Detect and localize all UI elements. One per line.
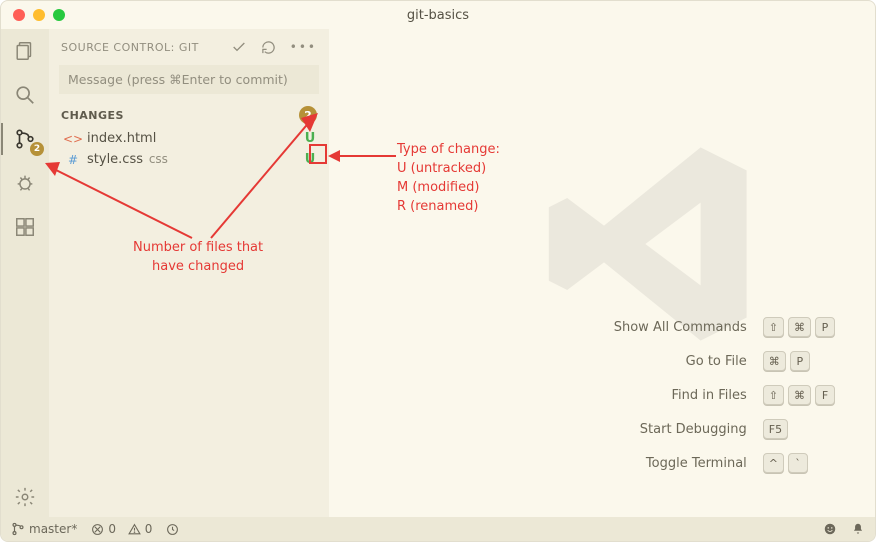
file-type-icon: # [65, 153, 81, 167]
window-body: 2 SOURCE CONTROL: GIT ••• Me [1, 29, 875, 517]
more-actions-icon[interactable]: ••• [290, 39, 317, 55]
keycap: ^ [763, 453, 784, 473]
refresh-icon[interactable] [261, 39, 276, 55]
shortcut-label: Start Debugging [614, 422, 747, 437]
file-ext: css [145, 152, 168, 166]
file-row[interactable]: # style.css css U [49, 149, 329, 170]
keycap: P [815, 317, 835, 337]
keycap: ⌘ [788, 317, 811, 337]
shortcut-label: Go to File [614, 354, 747, 369]
activity-bar: 2 [1, 29, 49, 517]
changes-count-badge: 2 [299, 106, 317, 124]
status-branch[interactable]: master* [11, 522, 77, 536]
title-bar: git-basics [1, 1, 875, 29]
shortcut-keys: ⇧⌘F [763, 385, 835, 405]
source-control-panel: SOURCE CONTROL: GIT ••• Message (press ⌘… [49, 29, 329, 517]
keycap: F5 [763, 419, 788, 439]
shortcut-keys: ^` [763, 453, 835, 473]
status-problems[interactable]: 0 0 [91, 522, 152, 536]
commit-check-icon[interactable] [231, 39, 247, 55]
file-status-letter: U [303, 152, 317, 167]
keycap: ⌘ [763, 351, 786, 371]
shortcut-label: Show All Commands [614, 320, 747, 335]
keycap: P [790, 351, 810, 371]
scm-badge: 2 [30, 142, 44, 156]
keycap: F [815, 385, 835, 405]
shortcut-keys: F5 [763, 419, 835, 439]
scm-header: SOURCE CONTROL: GIT ••• [49, 29, 329, 61]
debug-icon[interactable] [11, 169, 39, 197]
file-type-icon: <> [65, 132, 81, 146]
vscode-window: git-basics 2 [0, 0, 876, 542]
keycap: ⌘ [788, 385, 811, 405]
extensions-icon[interactable] [11, 213, 39, 241]
shortcut-label: Find in Files [614, 388, 747, 403]
welcome-shortcuts: Show All Commands⇧⌘PGo to File⌘PFind in … [614, 317, 835, 473]
editor-area: Show All Commands⇧⌘PGo to File⌘PFind in … [329, 29, 875, 517]
shortcut-keys: ⇧⌘P [763, 317, 835, 337]
shortcut-label: Toggle Terminal [614, 456, 747, 471]
status-history-icon[interactable] [166, 523, 179, 536]
search-icon[interactable] [11, 81, 39, 109]
status-bar: master* 0 0 [1, 517, 875, 541]
file-row[interactable]: <> index.html U [49, 128, 329, 149]
commit-message-input[interactable]: Message (press ⌘Enter to commit) [59, 65, 319, 94]
file-name: style.css css [87, 152, 297, 167]
shortcut-keys: ⌘P [763, 351, 835, 371]
file-status-letter: U [303, 131, 317, 146]
status-feedback-icon[interactable] [823, 522, 837, 536]
window-title: git-basics [1, 8, 875, 23]
file-name: index.html [87, 131, 297, 146]
keycap: ⇧ [763, 385, 784, 405]
scm-title: SOURCE CONTROL: GIT [61, 41, 227, 54]
status-bell-icon[interactable] [851, 522, 865, 536]
keycap: ` [788, 453, 808, 473]
source-control-icon[interactable]: 2 [11, 125, 39, 153]
keycap: ⇧ [763, 317, 784, 337]
settings-gear-icon[interactable] [11, 483, 39, 511]
changes-section-title: CHANGES [61, 109, 299, 122]
explorer-icon[interactable] [11, 37, 39, 65]
